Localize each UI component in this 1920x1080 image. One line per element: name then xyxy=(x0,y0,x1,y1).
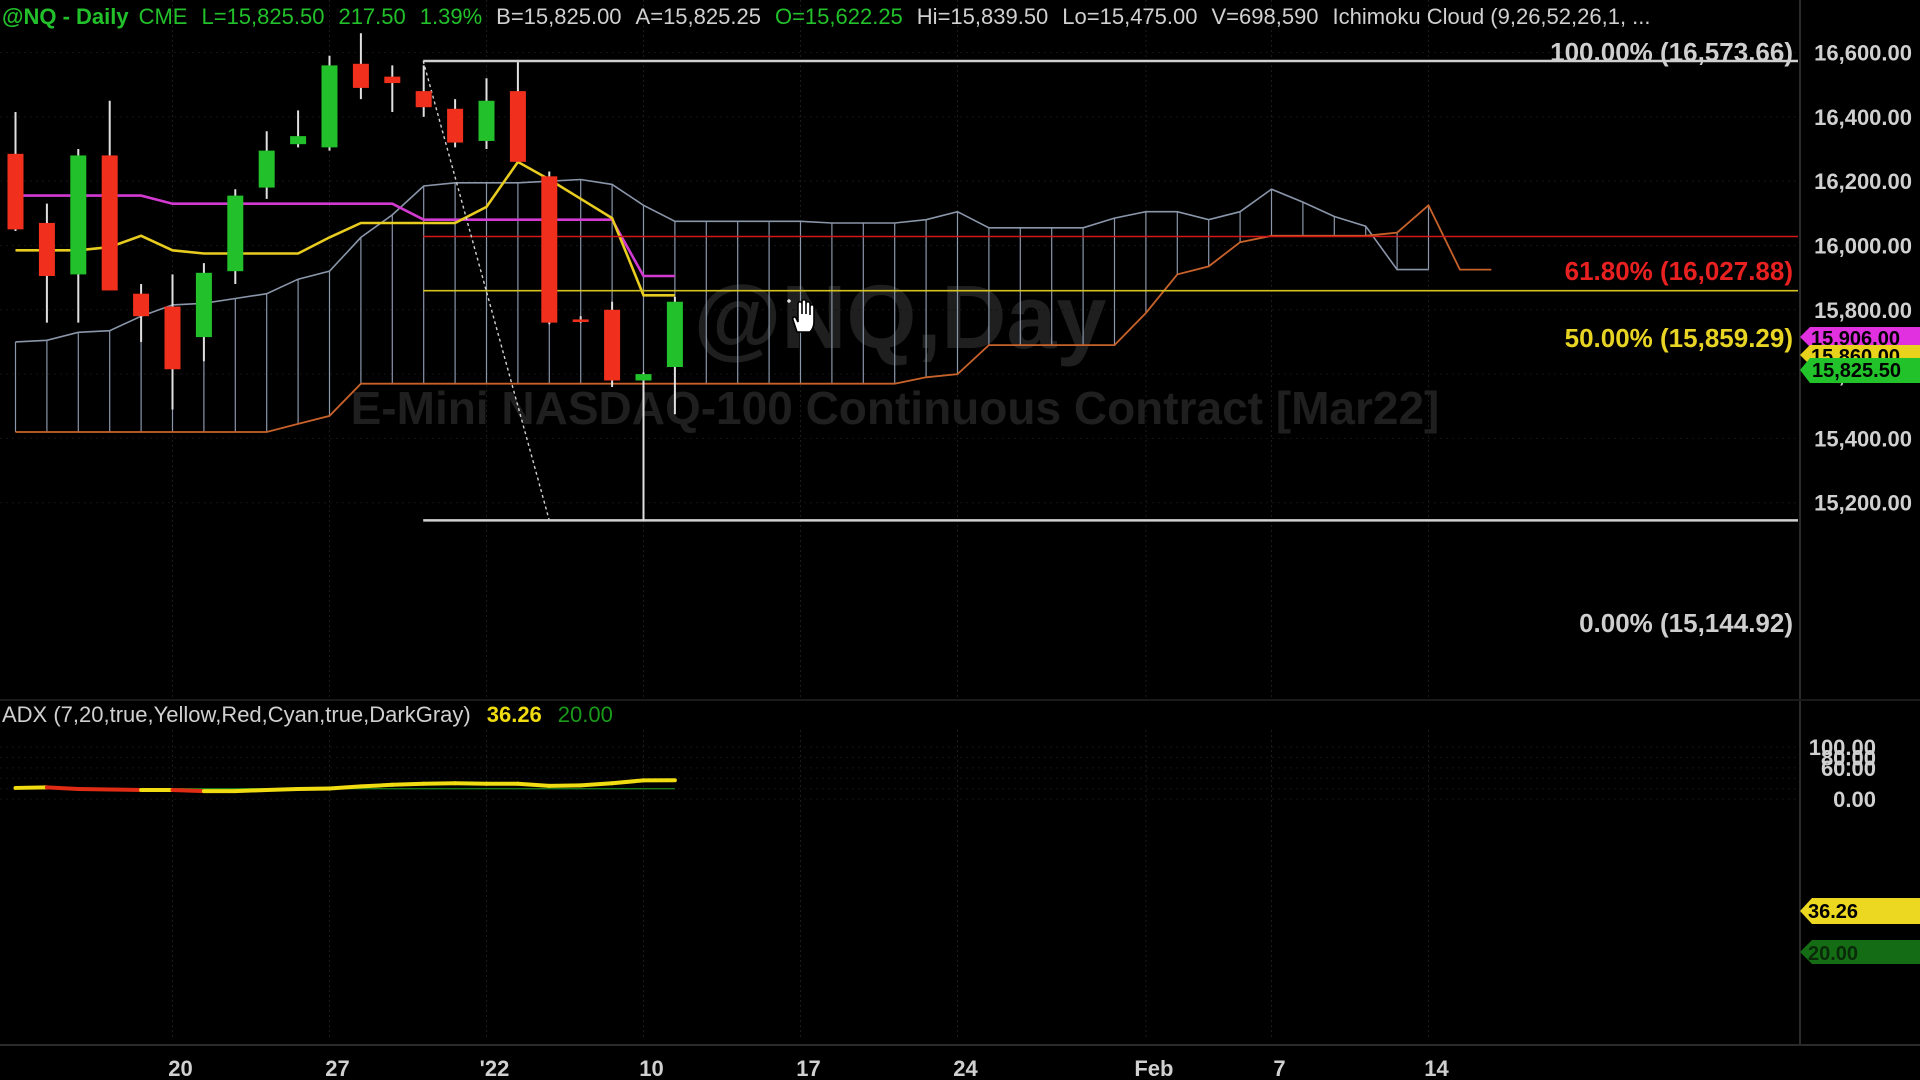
fib-100-label: 100.00% (16,573.66) xyxy=(1550,37,1793,67)
adx-line-segment xyxy=(578,781,615,788)
chart-header: @NQ - Daily CME L=15,825.50 217.50 1.39% B=15… xyxy=(2,4,1665,30)
adx-line-segment xyxy=(421,781,458,786)
candle-body xyxy=(447,108,464,143)
date-axis-label: 20 xyxy=(168,1056,192,1080)
candle-body xyxy=(290,136,307,145)
candle-body xyxy=(478,100,495,141)
open: O=15,622.25 xyxy=(774,4,903,29)
candle-body xyxy=(604,309,621,381)
candle-body xyxy=(258,150,275,188)
date-axis-label: 7 xyxy=(1273,1056,1285,1080)
adx-line-segment xyxy=(547,783,583,788)
bid: B=15,825.00 xyxy=(496,4,622,29)
low: Lo=15,475.00 xyxy=(1062,4,1198,29)
fib-618-label: 61.80% (16,027.88) xyxy=(1565,256,1793,286)
candle-body xyxy=(101,155,118,291)
adx-line-segment xyxy=(233,788,269,794)
candle-body xyxy=(321,65,338,148)
adx-line-segment xyxy=(610,778,646,786)
date-axis-label: Feb xyxy=(1134,1056,1173,1080)
hand-cursor-icon xyxy=(787,298,815,333)
price-axis-label: 15,800.00 xyxy=(1814,298,1912,323)
price-axis-label: 16,600.00 xyxy=(1814,41,1912,66)
axes: 16,600.00 16,400.00 16,200.00 16,000.00 15,8… xyxy=(0,0,1920,1080)
adx-panel xyxy=(13,778,677,794)
adx-label[interactable]: ADX (7,20,true,Yellow,Red,Cyan,true,Dark… xyxy=(2,702,471,727)
exchange: CME xyxy=(138,4,188,29)
adx-line-segment xyxy=(107,787,144,793)
adx-line-segment xyxy=(76,786,112,792)
price-axis-label: 16,000.00 xyxy=(1814,233,1912,258)
fibonacci-retracement[interactable] xyxy=(422,59,1798,522)
adx-line-segment xyxy=(390,781,426,787)
candle-body xyxy=(572,319,589,322)
adx-line-segment xyxy=(264,786,301,793)
ask: A=15,825.25 xyxy=(635,4,761,29)
date-axis-label: 14 xyxy=(1424,1056,1449,1080)
candle-body xyxy=(415,91,432,108)
adx-line-segment xyxy=(453,781,489,786)
candle-body xyxy=(195,272,212,338)
indicator-label[interactable]: Ichimoku Cloud (9,26,52,26,1, ... xyxy=(1333,4,1651,29)
date-axis-label: 10 xyxy=(639,1056,663,1080)
candle-body xyxy=(38,222,55,277)
adx-line-segment xyxy=(44,785,81,791)
adx-line-segment xyxy=(515,781,552,788)
candle-body xyxy=(509,91,526,162)
candle-body xyxy=(164,306,181,370)
adx-axis-label: 0.00 xyxy=(1833,787,1876,812)
adx-axis-label: 60.00 xyxy=(1821,756,1876,781)
price-axis-label: 16,400.00 xyxy=(1814,105,1912,130)
fib-0-label: 0.00% (15,144.92) xyxy=(1579,608,1793,638)
adx-line-segment xyxy=(358,782,395,789)
watermark-symbol: @NQ,Day xyxy=(694,268,1107,368)
price-axis-label: 15,200.00 xyxy=(1814,491,1912,516)
price-tag-green: 15,825.50 xyxy=(1812,360,1901,382)
price-axis-label: 15,400.00 xyxy=(1814,426,1912,451)
candle-body xyxy=(133,293,150,317)
adx-line-segment xyxy=(13,785,49,790)
symbol[interactable]: @NQ - Daily xyxy=(2,4,129,29)
price-chart[interactable]: @NQ,Day E-Mini NASDAQ-100 Continuous Con… xyxy=(0,0,1920,1080)
volume: V=698,590 xyxy=(1211,4,1319,29)
candle-body xyxy=(666,301,683,368)
adx-line-segment xyxy=(296,786,332,791)
candle-body xyxy=(635,374,652,381)
candle-body xyxy=(70,155,87,275)
adx-threshold: 20.00 xyxy=(557,702,613,727)
candle-body xyxy=(227,195,244,272)
date-axis-label: 17 xyxy=(796,1056,820,1080)
last-price: L=15,825.50 xyxy=(201,4,325,29)
watermark-description: E-Mini NASDAQ-100 Continuous Contract [M… xyxy=(351,382,1440,434)
date-axis-label: 27 xyxy=(325,1056,349,1080)
high: Hi=15,839.50 xyxy=(916,4,1049,29)
adx-line-segment xyxy=(170,788,206,794)
date-axis-label: '22 xyxy=(480,1056,510,1080)
net-change: 217.50 xyxy=(338,4,406,29)
adx-header: ADX (7,20,true,Yellow,Red,Cyan,true,Dark… xyxy=(2,702,629,728)
candle-body xyxy=(541,176,558,323)
candle-body xyxy=(352,63,369,88)
candlesticks[interactable] xyxy=(7,33,683,521)
adx-value: 36.26 xyxy=(486,702,542,727)
candle-body xyxy=(384,76,401,84)
date-axis-label: 24 xyxy=(953,1056,978,1080)
adx-value-tag: 36.26 xyxy=(1808,901,1858,923)
candle-body xyxy=(7,153,24,230)
adx-threshold-tag: 20.00 xyxy=(1808,943,1858,965)
price-axis-label: 16,200.00 xyxy=(1814,169,1912,194)
percent-change: 1.39% xyxy=(419,4,483,29)
adx-line-segment xyxy=(327,784,363,791)
fib-50-label: 50.00% (15,859.29) xyxy=(1565,323,1793,353)
